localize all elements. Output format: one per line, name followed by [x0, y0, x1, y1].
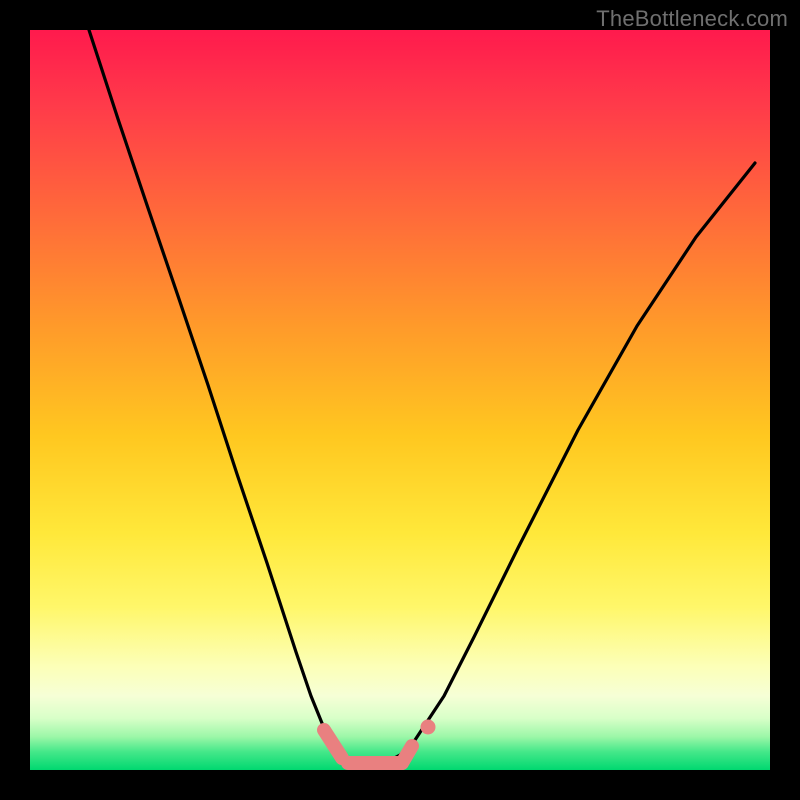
- bottleneck-curve: [30, 30, 770, 770]
- marker-stub-right: [402, 746, 412, 763]
- marker-stub-left: [324, 730, 342, 758]
- chart-frame: TheBottleneck.com: [0, 0, 800, 800]
- marker-dot: [421, 720, 435, 734]
- plot-area: [30, 30, 770, 770]
- watermark-text: TheBottleneck.com: [596, 6, 788, 32]
- trough-markers: [324, 720, 435, 763]
- curve-path: [89, 30, 755, 763]
